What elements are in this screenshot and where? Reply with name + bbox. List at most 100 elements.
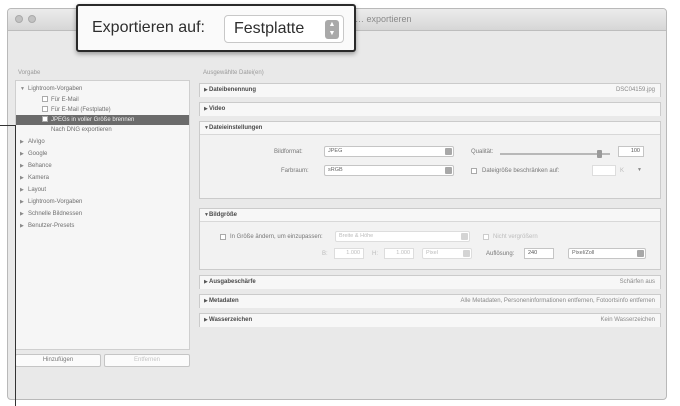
tree-item-label: Lightroom-Vorgaben	[28, 86, 83, 92]
section-title: Ausgabeschärfe	[209, 279, 256, 285]
resize-checkbox[interactable]	[220, 234, 226, 240]
disclosure-closed-icon[interactable]: ▶	[20, 161, 28, 171]
tree-item-kamera[interactable]: ▶ Kamera	[16, 173, 189, 183]
disclosure-closed-icon[interactable]: ▶	[20, 137, 28, 147]
select-value: Pixel	[426, 250, 438, 256]
annotation-pointer-line	[0, 125, 16, 126]
height-label: H:	[372, 251, 378, 257]
disclosure-closed-icon: ▶	[204, 106, 208, 112]
select-value: Pixel/Zoll	[572, 250, 595, 256]
tree-item-label: Für E-Mail	[51, 97, 79, 103]
limit-unit-dropdown-icon[interactable]: ▼	[637, 167, 642, 173]
tree-item-label: Alvìgo	[28, 139, 45, 145]
section-summary: Alle Metadaten, Personeninformationen en…	[460, 298, 655, 304]
section-file-naming: ▶Dateibenennung DSC04159.jpg	[199, 83, 661, 97]
limit-size-field[interactable]	[592, 165, 616, 176]
quality-label: Qualität:	[471, 149, 494, 155]
section-video: ▶Video	[199, 102, 661, 116]
section-title: Metadaten	[209, 298, 239, 304]
section-summary: DSC04159.jpg	[615, 87, 655, 93]
section-header[interactable]: ▶Wasserzeichen Kein Wasserzeichen	[200, 314, 660, 327]
disclosure-closed-icon[interactable]: ▶	[20, 185, 28, 195]
select-stepper-icon	[445, 167, 452, 174]
tree-item-google[interactable]: ▶ Google	[16, 149, 189, 159]
width-field[interactable]: 1.000	[334, 248, 364, 259]
quality-field[interactable]: 100	[618, 146, 644, 157]
disclosure-closed-icon[interactable]: ▶	[20, 149, 28, 159]
section-image-size: ▼Bildgröße In Größe ändern, um einzupass…	[199, 208, 661, 270]
disclosure-closed-icon: ▶	[204, 298, 208, 304]
tree-item-email[interactable]: Für E-Mail	[16, 95, 189, 105]
tree-item-lightroom-presets[interactable]: ▼ Lightroom-Vorgaben	[16, 84, 189, 94]
section-header[interactable]: ▶Metadaten Alle Metadaten, Personeninfor…	[200, 295, 660, 308]
sidebar-buttons: Hinzufügen Entfernen	[15, 354, 190, 367]
tree-item-label: Kamera	[28, 175, 50, 181]
section-header[interactable]: ▼Dateieinstellungen	[200, 122, 660, 135]
disclosure-open-icon[interactable]: ▼	[20, 84, 28, 94]
section-summary: Kein Wasserzeichen	[600, 317, 655, 323]
select-stepper-icon	[445, 148, 452, 155]
image-format-select[interactable]: JPEG	[324, 146, 454, 157]
annotation-leader-line	[15, 125, 16, 406]
tree-item-label: JPEGs in voller Größe brennen	[51, 117, 135, 123]
tree-item-label: Schnelle Bildnessen	[28, 211, 83, 217]
no-enlarge-label: Nicht vergrößern	[493, 234, 538, 240]
tree-item-dng[interactable]: Nach DNG exportieren	[16, 125, 189, 135]
tree-item-alvigo[interactable]: ▶ Alvìgo	[16, 137, 189, 147]
tree-item-burn-jpegs[interactable]: JPEGs in voller Größe brennen	[16, 115, 189, 125]
section-header[interactable]: ▶Ausgabeschärfe Schärfen aus	[200, 276, 660, 289]
disclosure-closed-icon[interactable]: ▶	[20, 173, 28, 183]
limit-size-checkbox[interactable]	[471, 168, 477, 174]
export-destination-select[interactable]: Festplatte ▲ ▼	[224, 15, 344, 43]
export-destination-value: Festplatte	[234, 20, 305, 37]
section-title: Dateibenennung	[209, 87, 257, 93]
remove-preset-button[interactable]: Entfernen	[104, 354, 190, 367]
quality-slider-knob[interactable]	[597, 150, 602, 158]
height-field[interactable]: 1.000	[384, 248, 414, 259]
minimize-window-button[interactable]	[28, 15, 36, 23]
preset-checkbox[interactable]	[42, 96, 48, 103]
no-enlarge-checkbox[interactable]	[483, 234, 489, 240]
tree-item-lightroom-presets-2[interactable]: ▶ Lightroom-Vorgaben	[16, 197, 189, 207]
select-stepper-icon	[463, 250, 470, 257]
disclosure-closed-icon[interactable]: ▶	[20, 197, 28, 207]
resolution-unit-select[interactable]: Pixel/Zoll	[568, 248, 646, 259]
section-title: Wasserzeichen	[209, 317, 253, 323]
section-title: Video	[209, 106, 226, 112]
section-header[interactable]: ▼Bildgröße	[200, 209, 660, 222]
resize-mode-select[interactable]: Breite & Höhe	[335, 231, 470, 242]
preset-checkbox[interactable]	[42, 106, 48, 113]
preset-heading: Vorgabe	[18, 70, 41, 76]
resolution-field[interactable]: 240	[524, 248, 554, 259]
tree-item-quick[interactable]: ▶ Schnelle Bildnessen	[16, 209, 189, 219]
tree-item-email-disk[interactable]: Für E-Mail (Festplatte)	[16, 105, 189, 115]
resolution-label: Auflösung:	[486, 251, 515, 257]
disclosure-open-icon: ▼	[204, 212, 209, 218]
width-label: B:	[322, 251, 328, 257]
section-output-sharpening: ▶Ausgabeschärfe Schärfen aus	[199, 275, 661, 289]
export-destination-callout: Exportieren auf: Festplatte ▲ ▼	[76, 4, 356, 52]
main-heading: Ausgewählte Datei(en)	[203, 70, 264, 76]
quality-slider[interactable]	[500, 153, 610, 155]
tree-item-label: Lightroom-Vorgaben	[28, 199, 83, 205]
color-space-select[interactable]: sRGB	[324, 165, 454, 176]
disclosure-closed-icon[interactable]: ▶	[20, 209, 28, 219]
select-value: Breite & Höhe	[339, 233, 374, 239]
section-title: Dateieinstellungen	[209, 125, 263, 131]
size-unit-select[interactable]: Pixel	[422, 248, 472, 259]
add-preset-button[interactable]: Hinzufügen	[15, 354, 101, 367]
export-destination-label: Exportieren auf:	[92, 19, 205, 36]
disclosure-closed-icon[interactable]: ▶	[20, 221, 28, 231]
close-window-button[interactable]	[15, 15, 23, 23]
tree-item-label: Google	[28, 151, 48, 157]
preset-checkbox[interactable]	[42, 116, 48, 123]
tree-item-label: Behance	[28, 163, 52, 169]
section-file-settings: ▼Dateieinstellungen Bildformat: JPEG Qua…	[199, 121, 661, 199]
section-header[interactable]: ▶Dateibenennung DSC04159.jpg	[200, 84, 660, 97]
section-header[interactable]: ▶Video	[200, 103, 660, 116]
select-stepper-icon	[461, 233, 468, 240]
tree-item-user-presets[interactable]: ▶ Benutzer-Presets	[16, 221, 189, 231]
tree-item-layout[interactable]: ▶ Layout	[16, 185, 189, 195]
tree-item-behance[interactable]: ▶ Behance	[16, 161, 189, 171]
color-space-label: Farbraum:	[281, 168, 309, 174]
